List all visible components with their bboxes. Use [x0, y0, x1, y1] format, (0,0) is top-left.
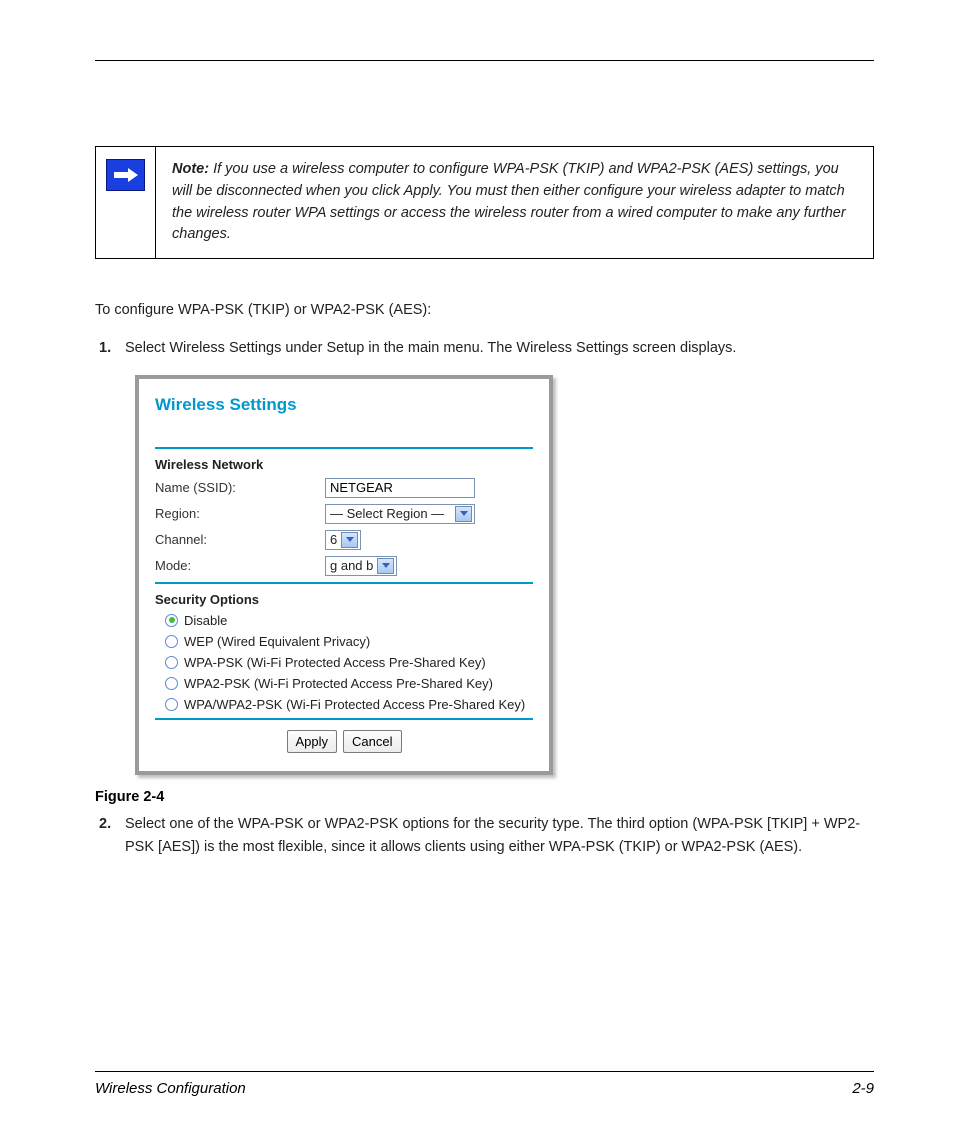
- note-box: Note: If you use a wireless computer to …: [95, 146, 874, 259]
- option-label: WEP (Wired Equivalent Privacy): [184, 634, 370, 649]
- security-option-disable[interactable]: Disable: [165, 613, 533, 628]
- region-label: Region:: [155, 506, 325, 521]
- channel-label: Channel:: [155, 532, 325, 547]
- figure-caption: Figure 2-4: [95, 789, 874, 805]
- mode-select[interactable]: g and b: [325, 556, 397, 576]
- steps-list: 1. Select Wireless Settings under Setup …: [95, 337, 874, 360]
- step-2-number: 2.: [99, 813, 125, 859]
- note-content: Note: If you use a wireless computer to …: [156, 147, 873, 258]
- step-1-number: 1.: [99, 337, 125, 360]
- divider: [155, 582, 533, 584]
- radio-icon: [165, 677, 178, 690]
- page-footer: Wireless Configuration 2-9: [95, 1071, 874, 1097]
- option-label: WPA-PSK (Wi-Fi Protected Access Pre-Shar…: [184, 655, 486, 670]
- chevron-down-icon: [377, 558, 394, 574]
- step-1-text: Select Wireless Settings under Setup in …: [125, 337, 874, 360]
- row-mode: Mode: g and b: [155, 556, 533, 576]
- step-1: 1. Select Wireless Settings under Setup …: [99, 337, 874, 360]
- screenshot-wrap: Wireless Settings Wireless Network Name …: [135, 375, 874, 775]
- row-ssid: Name (SSID):: [155, 478, 533, 498]
- radio-icon: [165, 614, 178, 627]
- arrow-right-icon: [106, 159, 145, 191]
- radio-icon: [165, 698, 178, 711]
- ssid-label: Name (SSID):: [155, 480, 325, 495]
- radio-icon: [165, 635, 178, 648]
- section-wireless-network: Wireless Network: [155, 457, 533, 472]
- step-2-text: Select one of the WPA-PSK or WPA2-PSK op…: [125, 813, 874, 859]
- button-row: Apply Cancel: [155, 730, 533, 753]
- footer-section: Wireless Configuration: [95, 1080, 246, 1097]
- option-label: Disable: [184, 613, 227, 628]
- divider: [155, 718, 533, 720]
- chevron-down-icon: [455, 506, 472, 522]
- mode-label: Mode:: [155, 558, 325, 573]
- footer-page-number: 2-9: [852, 1080, 874, 1097]
- note-text: If you use a wireless computer to config…: [172, 161, 846, 242]
- steps-list-continued: 2. Select one of the WPA-PSK or WPA2-PSK…: [95, 813, 874, 859]
- top-rule: [95, 60, 874, 61]
- radio-icon: [165, 656, 178, 669]
- wireless-settings-screenshot: Wireless Settings Wireless Network Name …: [135, 375, 553, 775]
- channel-select[interactable]: 6: [325, 530, 361, 550]
- security-option-wep[interactable]: WEP (Wired Equivalent Privacy): [165, 634, 533, 649]
- option-label: WPA/WPA2-PSK (Wi-Fi Protected Access Pre…: [184, 697, 525, 712]
- note-icon-cell: [96, 147, 156, 258]
- channel-value: 6: [330, 532, 341, 547]
- chevron-down-icon: [341, 532, 358, 548]
- step-2: 2. Select one of the WPA-PSK or WPA2-PSK…: [99, 813, 874, 859]
- cancel-button[interactable]: Cancel: [343, 730, 401, 753]
- apply-button[interactable]: Apply: [287, 730, 338, 753]
- divider: [155, 447, 533, 449]
- ssid-input[interactable]: [325, 478, 475, 498]
- footer-rule: [95, 1071, 874, 1072]
- row-region: Region: — Select Region —: [155, 504, 533, 524]
- section-security-options: Security Options: [155, 592, 533, 607]
- panel-title: Wireless Settings: [155, 395, 533, 415]
- region-select[interactable]: — Select Region —: [325, 504, 475, 524]
- security-option-wpa-wpa2-psk[interactable]: WPA/WPA2-PSK (Wi-Fi Protected Access Pre…: [165, 697, 533, 712]
- row-channel: Channel: 6: [155, 530, 533, 550]
- security-option-wpa2-psk[interactable]: WPA2-PSK (Wi-Fi Protected Access Pre-Sha…: [165, 676, 533, 691]
- option-label: WPA2-PSK (Wi-Fi Protected Access Pre-Sha…: [184, 676, 493, 691]
- security-option-wpa-psk[interactable]: WPA-PSK (Wi-Fi Protected Access Pre-Shar…: [165, 655, 533, 670]
- intro-paragraph: To configure WPA-PSK (TKIP) or WPA2-PSK …: [95, 299, 874, 321]
- note-label: Note:: [172, 161, 209, 177]
- mode-value: g and b: [330, 558, 377, 573]
- region-value: — Select Region —: [330, 506, 448, 521]
